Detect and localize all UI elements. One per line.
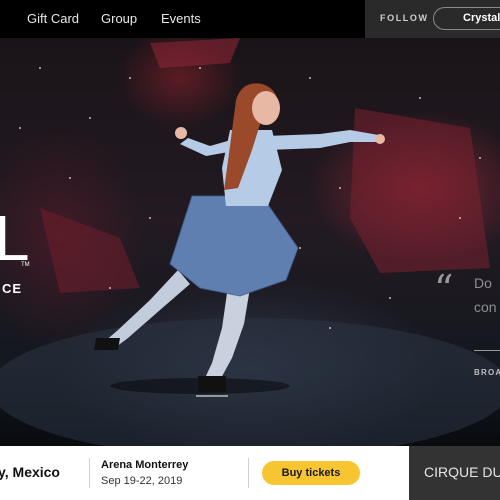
show-logo-fragment: L — [0, 202, 30, 274]
divider — [248, 458, 249, 488]
quote-text-line-1: Do — [474, 275, 492, 291]
divider — [89, 458, 90, 488]
show-city: y, Mexico — [0, 464, 60, 480]
skater-front-skate — [198, 376, 226, 392]
quote-divider — [474, 350, 500, 351]
show-logo-subtitle: CE — [2, 281, 23, 296]
skater-head — [252, 91, 280, 125]
hero-illustration — [0, 38, 500, 446]
show-logo-trademark: TM — [21, 262, 30, 268]
brand-logo-text: CIRQUE DU — [424, 464, 500, 480]
ticket-bar: y, Mexico Arena Monterrey Sep 19-22, 201… — [0, 446, 500, 500]
skater-back-skate — [94, 338, 120, 350]
stage-structure-left — [40, 208, 140, 293]
hero-banner: L TM CE “ Do con BROA — [0, 38, 500, 446]
brand-logo[interactable]: CIRQUE DU — [409, 446, 500, 500]
follow-panel: FOLLOW Crystal — [365, 0, 500, 38]
stage-structure-right — [350, 108, 490, 273]
show-venue: Arena Monterrey — [101, 459, 189, 471]
top-navigation: Gift Card Group Events FOLLOW Crystal — [0, 0, 500, 38]
nav-events[interactable]: Events — [161, 11, 201, 26]
show-dates: Sep 19-22, 2019 — [101, 475, 183, 487]
quote-source: BROA — [474, 368, 500, 377]
buy-tickets-button[interactable]: Buy tickets — [262, 461, 360, 485]
quote-text-line-2: con — [474, 299, 497, 315]
skater-left-hand — [175, 127, 187, 139]
nav-group[interactable]: Group — [101, 11, 137, 26]
follow-crystal-label: Crystal — [463, 12, 500, 24]
skater-right-hand — [375, 134, 385, 144]
follow-crystal-button[interactable]: Crystal — [433, 7, 500, 30]
skater-skirt — [170, 196, 298, 296]
stage-structure-top — [150, 38, 240, 68]
nav-gift-card[interactable]: Gift Card — [27, 11, 79, 26]
quote-mark-icon: “ — [434, 267, 454, 311]
follow-label: FOLLOW — [380, 13, 429, 23]
